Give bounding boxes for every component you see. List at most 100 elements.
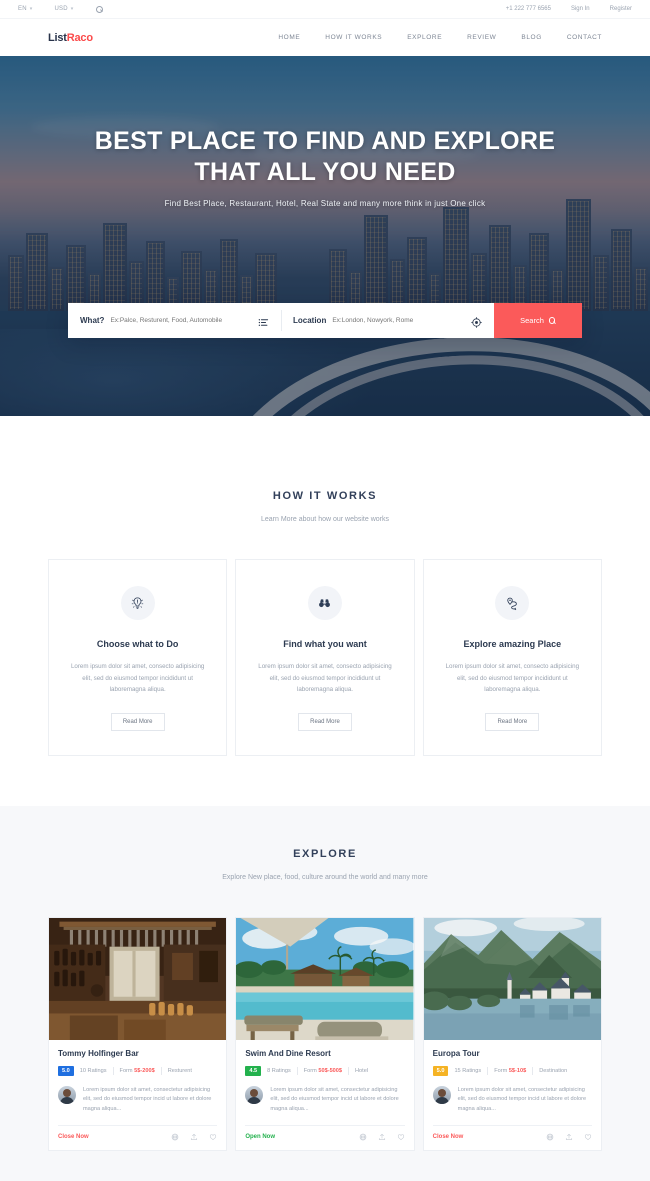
heart-icon[interactable] xyxy=(584,1133,592,1141)
site-header: ListRaco HOME HOW IT WORKS EXPLORE REVIE… xyxy=(0,19,650,56)
how-card-explore-amazing-place[interactable]: Explore amazing Place Lorem ipsum dolor … xyxy=(423,559,602,756)
hero-title-line-1: BEST PLACE TO FIND AND EXPLORE xyxy=(0,126,650,157)
how-card-text: Lorem ipsum dolor sit amet, consecto adi… xyxy=(67,661,208,696)
binoculars-icon xyxy=(308,586,342,620)
read-more-button[interactable]: Read More xyxy=(298,713,352,731)
hero-banner: BEST PLACE TO FIND AND EXPLORE THAT ALL … xyxy=(0,56,650,416)
price-prefix: Form xyxy=(120,1068,133,1074)
hero-search-bar: What? Location xyxy=(68,303,582,338)
search-submit-button[interactable]: Search xyxy=(494,303,582,338)
lightbulb-icon xyxy=(121,586,155,620)
ratings-count: 8 Ratings xyxy=(267,1068,291,1074)
nav-item-contact[interactable]: CONTACT xyxy=(567,34,602,41)
read-more-button[interactable]: Read More xyxy=(111,713,165,731)
globe-icon[interactable] xyxy=(359,1133,367,1141)
sign-in-link[interactable]: Sign In xyxy=(571,6,590,12)
search-button-label: Search xyxy=(520,316,544,325)
listing-description: Lorem ipsum dolor sit amet, consectetur … xyxy=(83,1086,217,1115)
status-badge: Open Now xyxy=(245,1134,275,1140)
listing-category: Resturent xyxy=(168,1068,192,1074)
listing-title: Tommy Holfinger Bar xyxy=(58,1049,217,1058)
search-what-input[interactable] xyxy=(110,317,258,324)
topbar-search-button[interactable] xyxy=(95,5,103,13)
hero-content: BEST PLACE TO FIND AND EXPLORE THAT ALL … xyxy=(0,56,650,208)
listing-footer: Close Now xyxy=(424,1126,601,1150)
listing-card[interactable]: Tommy Holfinger Bar 5.0 10 Ratings Form … xyxy=(48,917,227,1152)
listing-meta: 5.0 15 Ratings Form 5$-10$ Destination xyxy=(433,1066,592,1076)
resort-pool-photo xyxy=(236,918,413,1040)
phone-number: +1 222 777 6565 xyxy=(506,6,551,12)
how-it-works-cards: Choose what to Do Lorem ipsum dolor sit … xyxy=(48,559,602,806)
share-icon[interactable] xyxy=(190,1133,198,1141)
how-card-find-what-you-want[interactable]: Find what you want Lorem ipsum dolor sit… xyxy=(235,559,414,756)
how-card-title: Find what you want xyxy=(254,639,395,649)
site-logo[interactable]: ListRaco xyxy=(48,32,93,44)
share-icon[interactable] xyxy=(565,1133,573,1141)
currency-selector[interactable]: USD ▾ xyxy=(54,6,73,12)
how-card-title: Explore amazing Place xyxy=(442,639,583,649)
listing-meta: 5.0 10 Ratings Form 5$-200$ Resturent xyxy=(58,1066,217,1076)
how-card-title: Choose what to Do xyxy=(67,639,208,649)
listing-card[interactable]: Europa Tour 5.0 15 Ratings Form 5$-10$ D… xyxy=(423,917,602,1152)
avatar xyxy=(433,1086,451,1104)
explore-listing-cards: Tommy Holfinger Bar 5.0 10 Ratings Form … xyxy=(0,917,650,1181)
listing-title: Europa Tour xyxy=(433,1049,592,1058)
divider xyxy=(161,1067,162,1075)
share-icon[interactable] xyxy=(378,1133,386,1141)
logo-text-primary: List xyxy=(48,32,67,44)
list-icon[interactable] xyxy=(258,315,269,326)
listing-body: Europa Tour 5.0 15 Ratings Form 5$-10$ D… xyxy=(424,1040,601,1127)
price-range: 5$-10$ xyxy=(509,1068,526,1074)
nav-item-blog[interactable]: BLOG xyxy=(521,34,541,41)
how-it-works-section: HOW IT WORKS Learn More about how our we… xyxy=(0,416,650,806)
how-card-choose-what-to-do[interactable]: Choose what to Do Lorem ipsum dolor sit … xyxy=(48,559,227,756)
hero-title-line-2: THAT ALL YOU NEED xyxy=(0,157,650,188)
target-locate-icon[interactable] xyxy=(471,315,482,326)
nav-item-how-it-works[interactable]: HOW IT WORKS xyxy=(325,34,382,41)
listing-title: Swim And Dine Resort xyxy=(245,1049,404,1058)
register-link[interactable]: Register xyxy=(610,6,632,12)
divider xyxy=(348,1067,349,1075)
listing-actions xyxy=(171,1133,217,1141)
listing-meta: 4.5 8 Ratings Form 50$-500$ Hotel xyxy=(245,1066,404,1076)
search-what-field[interactable]: What? xyxy=(68,303,281,338)
listing-body: Swim And Dine Resort 4.5 8 Ratings Form … xyxy=(236,1040,413,1127)
rating-badge: 5.0 xyxy=(58,1066,74,1076)
topbar-right-group: +1 222 777 6565 Sign In Register xyxy=(506,6,632,12)
listing-actions xyxy=(359,1133,405,1141)
heart-icon[interactable] xyxy=(209,1133,217,1141)
price-range: 50$-500$ xyxy=(318,1068,342,1074)
chevron-down-icon: ▾ xyxy=(30,6,33,12)
ratings-count: 10 Ratings xyxy=(80,1068,107,1074)
listing-category: Destination xyxy=(539,1068,567,1074)
heart-icon[interactable] xyxy=(397,1133,405,1141)
section-title: EXPLORE xyxy=(0,848,650,860)
rating-badge: 5.0 xyxy=(433,1066,449,1076)
listing-description-row: Lorem ipsum dolor sit amet, consectetur … xyxy=(245,1076,404,1127)
read-more-button[interactable]: Read More xyxy=(485,713,539,731)
nav-item-review[interactable]: REVIEW xyxy=(467,34,496,41)
search-location-input[interactable] xyxy=(332,317,471,324)
logo-text-accent: Raco xyxy=(67,32,93,44)
language-label: EN xyxy=(18,6,27,12)
section-subtitle: Learn More about how our website works xyxy=(48,516,602,523)
search-what-label: What? xyxy=(80,316,104,325)
listing-actions xyxy=(546,1133,592,1141)
price-prefix: Form xyxy=(494,1068,507,1074)
search-location-field[interactable]: Location xyxy=(281,303,494,338)
listing-footer: Close Now xyxy=(49,1126,226,1150)
nav-item-explore[interactable]: EXPLORE xyxy=(407,34,442,41)
avatar xyxy=(245,1086,263,1104)
listing-card[interactable]: Swim And Dine Resort 4.5 8 Ratings Form … xyxy=(235,917,414,1152)
how-card-text: Lorem ipsum dolor sit amet, consecto adi… xyxy=(254,661,395,696)
listing-footer: Open Now xyxy=(236,1126,413,1150)
how-card-text: Lorem ipsum dolor sit amet, consecto adi… xyxy=(442,661,583,696)
globe-icon[interactable] xyxy=(546,1133,554,1141)
lakeside-village-photo xyxy=(424,918,601,1040)
search-icon xyxy=(95,5,103,13)
chevron-down-icon: ▾ xyxy=(71,6,74,12)
nav-item-home[interactable]: HOME xyxy=(278,34,300,41)
hero-subtitle: Find Best Place, Restaurant, Hotel, Real… xyxy=(0,199,650,208)
globe-icon[interactable] xyxy=(171,1133,179,1141)
language-selector[interactable]: EN ▾ xyxy=(18,6,32,12)
